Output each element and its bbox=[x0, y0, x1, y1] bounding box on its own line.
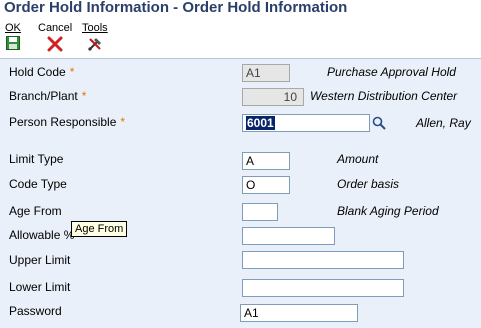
limit-type-description: Amount bbox=[337, 152, 379, 166]
person-responsible-description: Allen, Ray bbox=[416, 116, 471, 130]
cancel-button[interactable]: Cancel bbox=[38, 23, 72, 52]
title-bar: Order Hold Information - Order Hold Info… bbox=[0, 0, 481, 20]
code-type-description: Order basis bbox=[337, 177, 400, 191]
branch-plant-label: Branch/Plant * bbox=[9, 89, 87, 103]
window-title: Order Hold Information - Order Hold Info… bbox=[4, 0, 348, 16]
hold-code-description: Purchase Approval Hold bbox=[327, 65, 456, 79]
allowable-percent-label: Allowable % bbox=[9, 228, 75, 242]
person-responsible-value: 6001 bbox=[246, 116, 275, 130]
lower-limit-label: Lower Limit bbox=[9, 280, 71, 294]
hold-code-field[interactable]: A1 bbox=[242, 64, 290, 82]
hold-code-label: Hold Code * bbox=[9, 65, 75, 79]
ok-label: OK bbox=[5, 22, 21, 34]
allowable-percent-field[interactable] bbox=[242, 227, 335, 245]
code-type-field[interactable]: O bbox=[242, 176, 290, 194]
upper-limit-field[interactable] bbox=[242, 251, 404, 269]
cancel-label: Cancel bbox=[38, 22, 73, 34]
required-marker: * bbox=[69, 65, 75, 79]
tools-icon bbox=[88, 38, 101, 51]
age-from-description: Blank Aging Period bbox=[337, 204, 439, 218]
person-responsible-field[interactable]: 6001 bbox=[242, 114, 370, 132]
limit-type-label: Limit Type bbox=[9, 152, 64, 166]
red-x-icon bbox=[47, 36, 63, 52]
required-marker: * bbox=[81, 89, 87, 103]
age-from-field[interactable] bbox=[242, 203, 278, 221]
lower-limit-field[interactable] bbox=[242, 279, 404, 297]
age-from-label: Age From bbox=[9, 204, 62, 218]
branch-plant-description: Western Distribution Center bbox=[310, 89, 458, 103]
person-responsible-label: Person Responsible * bbox=[9, 115, 126, 129]
branch-plant-field[interactable]: 10 bbox=[242, 88, 304, 106]
password-field[interactable]: A1 bbox=[240, 304, 358, 322]
required-marker: * bbox=[120, 115, 126, 129]
toolbar: OK Cancel Tools bbox=[0, 20, 481, 58]
password-label: Password bbox=[9, 304, 62, 318]
upper-limit-label: Upper Limit bbox=[9, 253, 71, 267]
tools-button[interactable]: Tools bbox=[82, 23, 108, 52]
tooltip: Age From bbox=[71, 221, 128, 237]
limit-type-field[interactable]: A bbox=[242, 152, 290, 170]
tools-label: Tools bbox=[82, 22, 108, 34]
search-icon[interactable] bbox=[372, 116, 386, 130]
ok-button[interactable]: OK bbox=[5, 23, 21, 50]
code-type-label: Code Type bbox=[9, 177, 67, 191]
save-disk-icon bbox=[5, 36, 20, 50]
